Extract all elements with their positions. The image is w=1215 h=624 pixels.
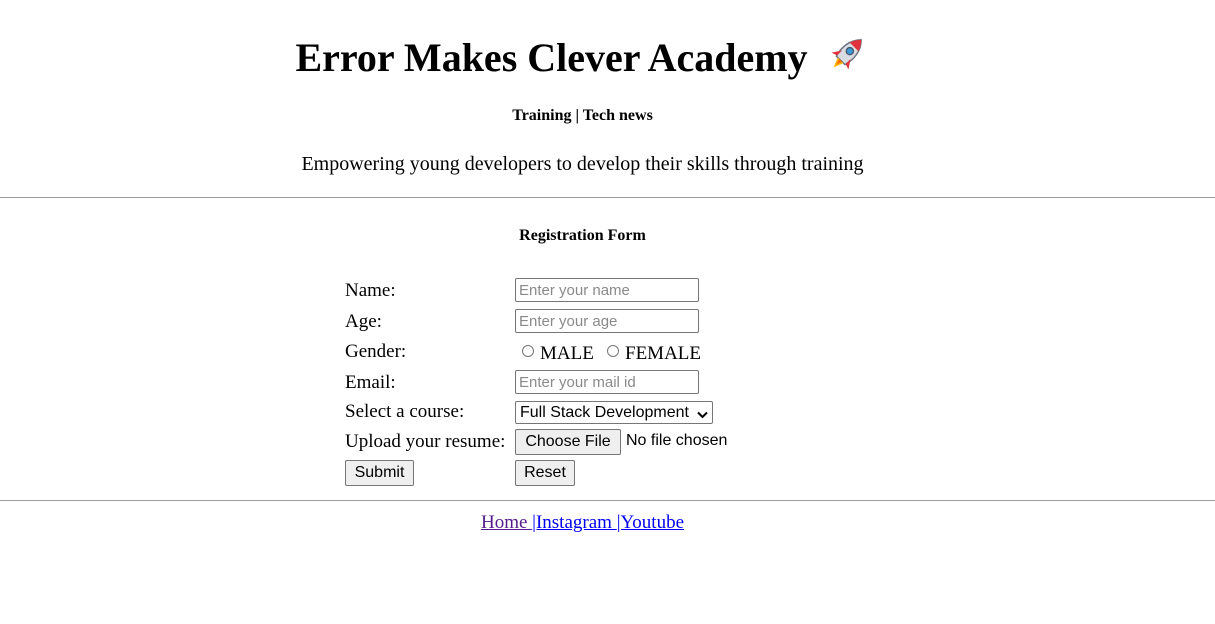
- gender-female-radio[interactable]: [607, 345, 619, 357]
- gender-female-label: FEMALE: [625, 343, 701, 364]
- footer-link-home[interactable]: Home: [481, 512, 532, 533]
- age-label: Age:: [345, 311, 382, 332]
- choose-file-button[interactable]: Choose File: [515, 429, 621, 455]
- age-input[interactable]: [515, 309, 699, 333]
- footer-link-youtube[interactable]: |Youtube: [617, 512, 684, 533]
- chevron-down-icon: [697, 406, 708, 427]
- gender-male-label: MALE: [540, 343, 594, 364]
- name-label: Name:: [345, 280, 396, 301]
- footer-link-instagram[interactable]: |Instagram: [532, 512, 617, 533]
- course-select[interactable]: Full Stack Development: [515, 401, 713, 424]
- course-select-value: Full Stack Development: [520, 404, 689, 421]
- site-tagline: Empowering young developers to develop t…: [301, 153, 864, 175]
- course-label: Select a course:: [345, 401, 465, 422]
- email-label: Email:: [345, 372, 396, 393]
- resume-label: Upload your resume:: [345, 431, 506, 452]
- file-status: No file chosen: [626, 432, 728, 449]
- site-subtitle: Training | Tech news: [512, 107, 653, 124]
- name-input[interactable]: [515, 278, 699, 302]
- gender-male-radio[interactable]: [522, 345, 534, 357]
- divider-top: [0, 197, 1215, 198]
- email-input[interactable]: [515, 370, 699, 394]
- page-title-row: Error Makes Clever Academy: [295, 31, 869, 87]
- site-header: Error Makes Clever Academy: [0, 31, 1215, 87]
- submit-button[interactable]: Submit: [345, 460, 414, 486]
- footer-nav: Home |Instagram |Youtube: [0, 512, 1215, 534]
- reset-button[interactable]: Reset: [515, 460, 575, 486]
- page-title: Error Makes Clever Academy: [295, 35, 808, 80]
- divider-bottom: [0, 500, 1215, 501]
- rocket-icon: [824, 31, 870, 87]
- form-title: Registration Form: [519, 227, 646, 244]
- gender-label: Gender:: [345, 341, 407, 362]
